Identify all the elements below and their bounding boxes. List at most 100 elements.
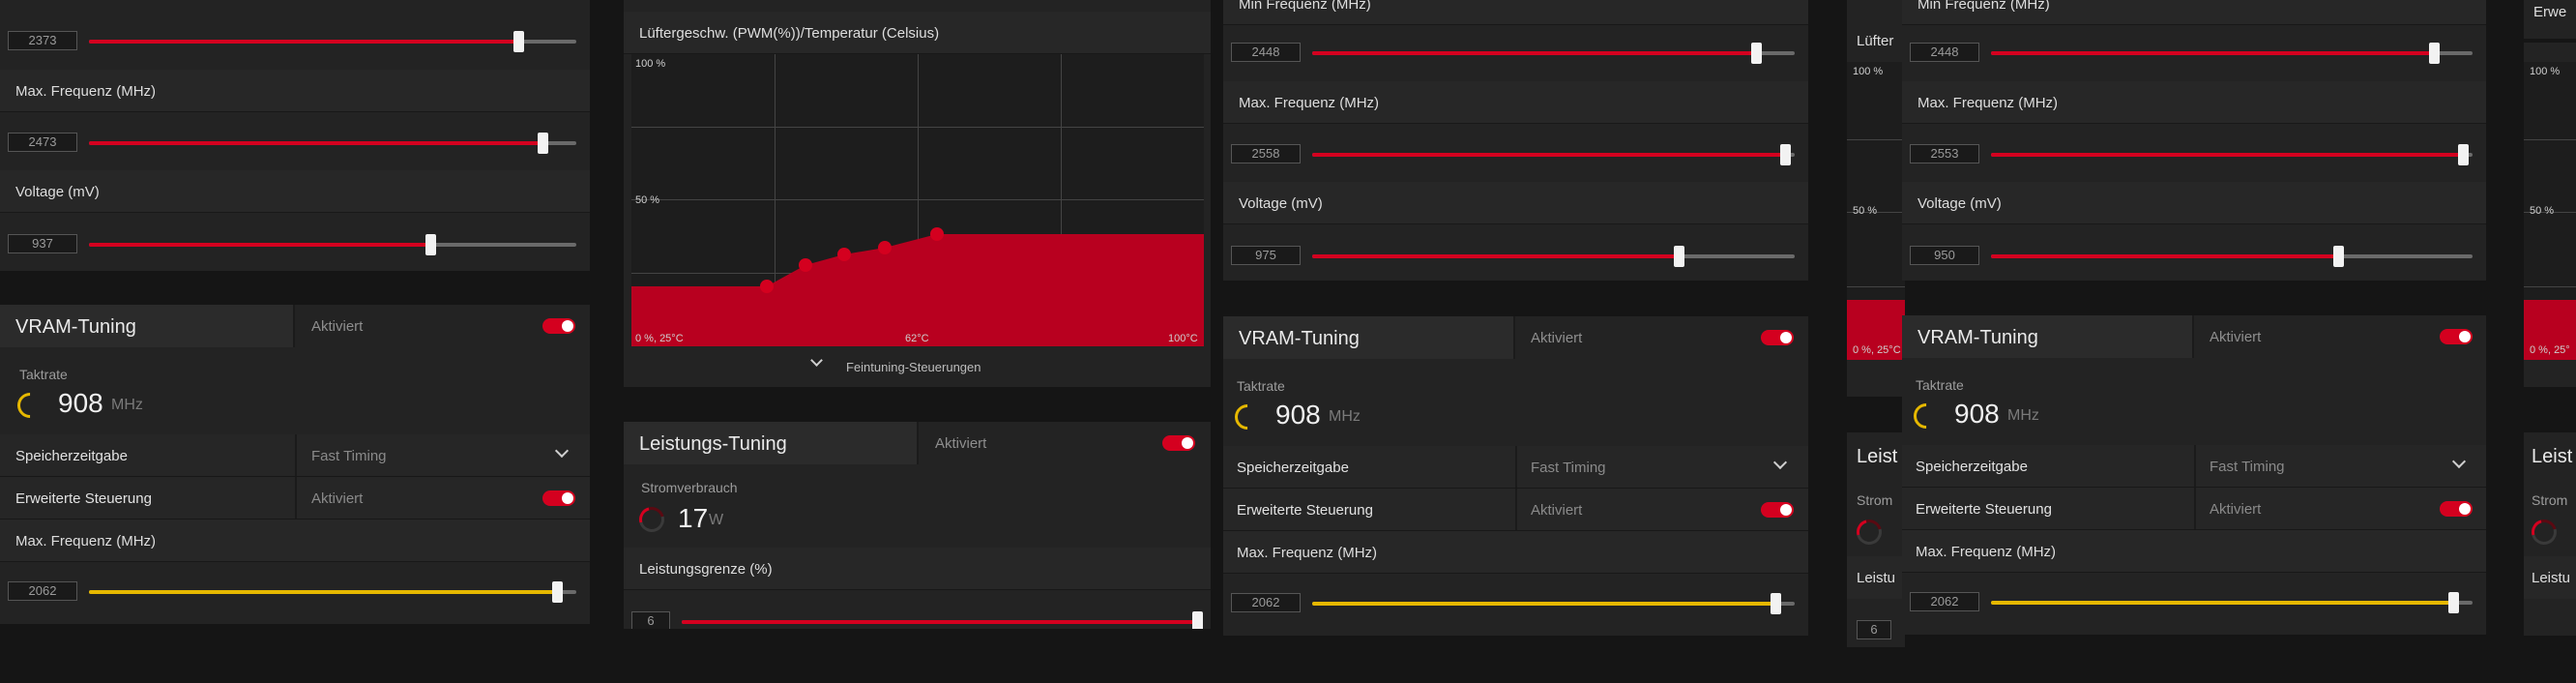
y-axis-mid-label: 50 % [635,194,660,206]
slider-track[interactable] [89,31,576,52]
timing-select-value[interactable]: Fast Timing [311,448,387,464]
timing-select-value[interactable]: Fast Timing [1531,460,1606,476]
slider-thumb[interactable] [2448,592,2460,613]
slider-thumb[interactable] [1771,593,1782,614]
slider-thumb[interactable] [2332,246,2344,267]
fine-tune-toggle[interactable]: Feintuning-Steuerungen [846,360,981,374]
value-field[interactable]: 2558 [1231,144,1301,163]
value-field[interactable]: 937 [8,234,77,253]
section-header: Leistungs-Tuning Aktiviert [624,422,1211,464]
setting-label: Max. Frequenz (MHz) [1239,95,1380,111]
value-field[interactable]: 2473 [8,133,77,152]
slider-track[interactable] [1991,592,2473,613]
slider-track[interactable] [1991,43,2473,64]
clock-unit: MHz [1329,408,1361,425]
section-header: VRAM-Tuning Aktiviert [0,305,590,347]
slider-thumb[interactable] [1192,611,1203,629]
slider-track[interactable] [89,234,576,255]
slider-row: 2558 [1223,131,1808,173]
slider-thumb[interactable] [424,234,436,255]
slider-thumb[interactable] [551,581,563,603]
slider-fill [89,40,518,44]
slider-thumb[interactable] [1780,144,1792,165]
value-field[interactable]: 950 [1910,246,1979,265]
slider-thumb[interactable] [1674,246,1685,267]
slider-track[interactable] [89,133,576,154]
setting-label-row: Leistungsgrenze (%) [624,548,1211,590]
setting-label: Speicherzeitgabe [15,448,128,464]
slider-thumb[interactable] [537,133,548,154]
slider-fill [1312,254,1680,258]
value-field[interactable]: 2448 [1910,43,1979,62]
fan-tuning-panel-partial: Lüfter 100 % 50 % 0 %, 25°C [1847,0,1905,397]
power-tuning-panel: Leistungs-Tuning Aktiviert Stromverbrauc… [624,422,1211,629]
divider [1515,446,1517,488]
slider-track[interactable] [1312,144,1795,165]
value-field[interactable]: 2448 [1231,43,1301,62]
grid-line [1847,286,1905,287]
gpu-tuning-panel-1: 2373 Max. Frequenz (MHz) 2473 Voltage (m… [0,0,590,271]
slider-track[interactable] [682,611,1203,629]
slider-thumb[interactable] [512,31,524,52]
chevron-down-icon[interactable] [2451,454,2467,469]
enable-toggle[interactable] [1162,435,1195,451]
slider-track[interactable] [1312,593,1795,614]
curve-point[interactable] [930,227,944,241]
setting-label: Voltage (mV) [15,184,100,200]
setting-label: Max. Frequenz (MHz) [1237,545,1378,561]
divider [1515,489,1517,530]
slider-track[interactable] [1312,43,1795,64]
value-field[interactable]: 2373 [8,31,77,50]
memory-timing-row[interactable]: Speicherzeitgabe Fast Timing [0,434,590,477]
status-text: Aktiviert [935,435,987,452]
clock-value: 908 [1275,400,1321,430]
advanced-toggle[interactable] [2440,501,2473,517]
slider-thumb[interactable] [2458,144,2470,165]
metric-label: Strom [2532,492,2568,508]
vram-tuning-panel-3: VRAM-Tuning Aktiviert Taktrate 908 MHz S… [1223,316,1808,636]
grid-line [2524,139,2576,140]
slider-track[interactable] [1991,144,2473,165]
chevron-down-icon[interactable] [1772,455,1788,470]
x-axis-left-label: 0 %, 25°C [1853,344,1901,356]
enable-toggle[interactable] [2440,329,2473,344]
value-field[interactable]: 6 [1857,620,1891,639]
enable-toggle[interactable] [1761,330,1794,345]
slider-thumb[interactable] [2429,43,2441,64]
fan-curve[interactable] [631,54,1204,346]
clock-gauge-icon [1908,398,1945,434]
curve-point[interactable] [760,280,774,293]
slider-track[interactable] [1991,246,2473,267]
slider-row: 937 [0,221,590,263]
advanced-toggle[interactable] [1761,502,1794,518]
fan-curve-chart: 100 % 50 % 0 %, 25° [2524,62,2576,360]
fan-curve-area [631,234,1204,346]
timing-select-value[interactable]: Fast Timing [2210,459,2285,475]
memory-timing-row[interactable]: Speicherzeitgabe Fast Timing [1223,446,1808,489]
value-field[interactable]: 2553 [1910,144,1979,163]
slider-track[interactable] [89,581,576,603]
chevron-down-icon[interactable] [810,354,823,367]
value-field[interactable]: 6 [631,611,670,629]
y-axis-top-label: 100 % [2530,66,2561,77]
value-field[interactable]: 2062 [1231,593,1301,612]
curve-point[interactable] [878,241,892,254]
chart-title: Lüftergeschw. (PWM(%))/Temperatur (Celsi… [639,25,940,42]
memory-timing-row[interactable]: Speicherzeitgabe Fast Timing [1902,445,2486,488]
slider-thumb[interactable] [1751,43,1763,64]
value-field[interactable]: 2062 [1910,592,1979,611]
value-field[interactable]: 2062 [8,581,77,601]
setting-label-row: Max. Frequenz (MHz) [1223,531,1808,574]
fan-curve-chart[interactable]: 100 % 50 % 0 %, 25°C 62°C 100°C [631,54,1204,346]
advanced-toggle[interactable] [542,490,575,506]
setting-label: Speicherzeitgabe [1237,460,1349,476]
slider-track[interactable] [1312,246,1795,267]
curve-point[interactable] [799,258,812,272]
value-field[interactable]: 975 [1231,246,1301,265]
chevron-down-icon[interactable] [554,443,570,459]
setting-label-row: Voltage (mV) [1223,182,1808,224]
metric-label: Taktrate [1237,378,1285,394]
advanced-control-row: Erweiterte Steuerung Aktiviert [1902,488,2486,530]
curve-point[interactable] [837,248,851,261]
enable-toggle[interactable] [542,318,575,334]
